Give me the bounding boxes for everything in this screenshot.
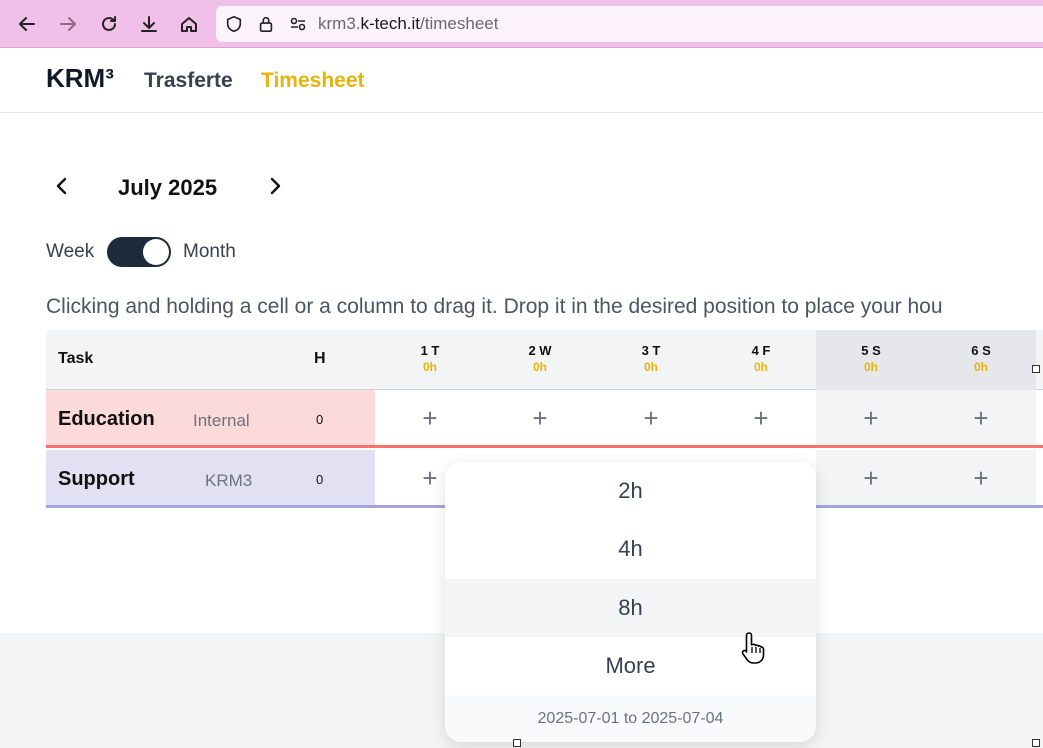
add-hours-cell[interactable]: +: [706, 390, 816, 446]
permissions-icon[interactable]: [286, 12, 310, 36]
day-label: 3 T: [641, 343, 661, 358]
home-icon[interactable]: [177, 12, 201, 36]
resize-handle[interactable]: [1032, 365, 1040, 373]
nav-link-timesheet[interactable]: Timesheet: [261, 69, 365, 93]
add-hours-cell[interactable]: +: [926, 390, 1036, 446]
prev-month-icon[interactable]: [50, 174, 74, 198]
resize-handle[interactable]: [1032, 739, 1040, 747]
task-column-header: Task: [58, 350, 94, 367]
next-month-icon[interactable]: [263, 174, 287, 198]
hours-dropdown: 2h 4h 8h More 2025-07-01 to 2025-07-04: [445, 462, 816, 742]
task-hours: 0: [316, 472, 324, 487]
day-label: 1 T: [420, 343, 440, 358]
back-icon[interactable]: [15, 12, 39, 36]
day-column-header[interactable]: 1 T 0h: [375, 330, 485, 390]
option-4h[interactable]: 4h: [445, 520, 816, 578]
day-column-header[interactable]: 2 W 0h: [485, 330, 595, 390]
toggle-knob: [143, 239, 169, 265]
day-column-header[interactable]: 6 S 0h: [926, 330, 1036, 390]
hours-column-header: H: [314, 350, 326, 367]
task-name: Support: [58, 468, 135, 490]
task-category: KRM3: [205, 471, 253, 490]
day-hours-total: 0h: [753, 360, 768, 374]
option-2h[interactable]: 2h: [445, 462, 816, 520]
resize-handle[interactable]: [513, 739, 521, 747]
task-row: Education Internal 0 + + + + + +: [46, 390, 1043, 448]
nav-link-trasferte[interactable]: Trasferte: [144, 69, 233, 93]
lock-icon[interactable]: [254, 12, 278, 36]
month-toggle-label: Month: [183, 241, 236, 262]
task-cell[interactable]: Education Internal 0: [46, 390, 375, 446]
day-hours-total: 0h: [643, 360, 658, 374]
selected-date-range: 2025-07-01 to 2025-07-04: [445, 695, 816, 742]
url-text: krm3.k-tech.it/timesheet: [318, 14, 499, 33]
day-hours-total: 0h: [973, 360, 988, 374]
day-label: 2 W: [528, 343, 552, 358]
task-cell[interactable]: Support KRM3 0: [46, 450, 375, 506]
hand-cursor-icon: [740, 630, 770, 671]
task-name: Education: [58, 408, 155, 430]
add-hours-cell[interactable]: +: [926, 450, 1036, 506]
day-label: 6 S: [971, 343, 991, 358]
add-hours-cell[interactable]: +: [816, 390, 926, 446]
month-label: July 2025: [118, 175, 218, 200]
task-hours: 0: [316, 412, 324, 427]
day-column-header[interactable]: 4 F 0h: [706, 330, 816, 390]
add-hours-cell[interactable]: +: [375, 390, 485, 446]
add-hours-cell[interactable]: +: [816, 450, 926, 506]
option-8h[interactable]: 8h: [445, 579, 816, 637]
browser-toolbar: krm3.k-tech.it/timesheet: [0, 0, 1043, 48]
week-label: Week: [46, 241, 95, 262]
download-icon[interactable]: [137, 12, 161, 36]
task-category: Internal: [193, 411, 250, 430]
day-column-header[interactable]: 5 S 0h: [816, 330, 926, 390]
day-label: 4 F: [751, 343, 771, 358]
day-label: 5 S: [861, 343, 881, 358]
reload-icon[interactable]: [97, 12, 121, 36]
week-month-toggle[interactable]: [107, 237, 171, 267]
row-divider: [46, 445, 1043, 448]
forward-icon[interactable]: [56, 12, 80, 36]
drag-instructions: Clicking and holding a cell or a column …: [46, 295, 943, 318]
shield-icon[interactable]: [222, 12, 246, 36]
day-hours-total: 0h: [422, 360, 437, 374]
day-hours-total: 0h: [532, 360, 547, 374]
day-hours-total: 0h: [863, 360, 878, 374]
day-column-header[interactable]: 3 T 0h: [596, 330, 706, 390]
add-hours-cell[interactable]: +: [485, 390, 595, 446]
app-logo[interactable]: KRM³: [46, 63, 114, 94]
add-hours-cell[interactable]: +: [596, 390, 706, 446]
